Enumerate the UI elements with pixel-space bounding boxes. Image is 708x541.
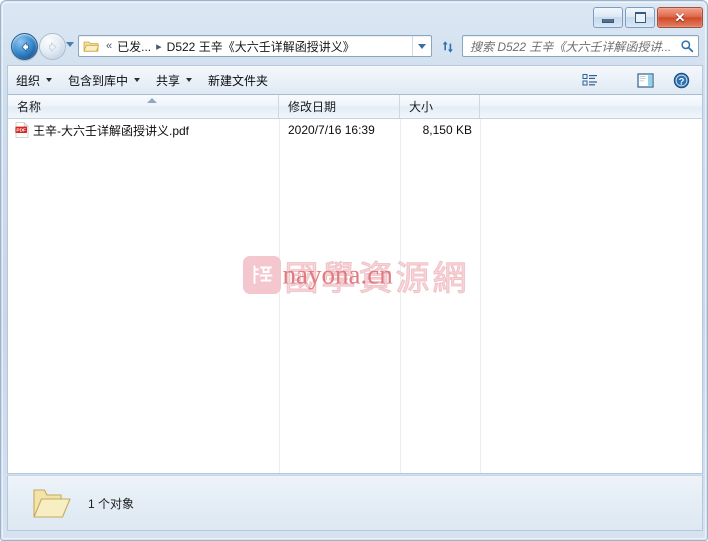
file-size-cell: 8,150 KB xyxy=(400,123,480,137)
help-icon: ? xyxy=(673,72,689,88)
forward-button xyxy=(39,33,66,60)
back-button[interactable] xyxy=(11,33,38,60)
close-icon: ✕ xyxy=(674,10,686,25)
nayona-logo-icon xyxy=(242,256,281,294)
toolbar-item-organize-label: 组织 xyxy=(16,73,41,88)
back-arrow-icon xyxy=(12,34,37,59)
toolbar-right-group: ? xyxy=(578,69,702,91)
address-dropdown-button[interactable] xyxy=(412,36,431,56)
column-divider xyxy=(279,119,280,473)
caption-button-group: ✕ xyxy=(593,7,703,28)
table-row[interactable]: PDF 王辛-大六壬详解函授讲义.pdf 2020/7/16 16:39 8,1… xyxy=(8,119,702,141)
file-list[interactable]: PDF 王辛-大六壬详解函授讲义.pdf 2020/7/16 16:39 8,1… xyxy=(7,119,703,474)
minimize-icon xyxy=(602,18,614,23)
toolbar-item-organize[interactable]: 组织 xyxy=(8,69,60,91)
recent-pages-button[interactable] xyxy=(66,42,74,47)
address-bar[interactable]: « 已发... ▸ D522 王辛《大六壬详解函授讲义》 xyxy=(78,35,432,57)
refresh-button[interactable] xyxy=(436,35,460,59)
breadcrumb[interactable]: « 已发... ▸ D522 王辛《大六壬详解函授讲义》 xyxy=(102,38,412,55)
chevron-down-icon xyxy=(186,78,193,82)
toolbar-item-new-folder-label: 新建文件夹 xyxy=(208,73,269,88)
search-icon[interactable] xyxy=(676,39,698,53)
chevron-down-icon xyxy=(46,78,53,82)
column-divider xyxy=(400,119,401,473)
file-name-cell[interactable]: PDF 王辛-大六壬详解函授讲义.pdf xyxy=(8,121,279,139)
preview-pane-icon xyxy=(636,72,654,88)
column-header-blank[interactable] xyxy=(480,95,702,118)
file-date-cell: 2020/7/16 16:39 xyxy=(279,123,400,137)
breadcrumb-separator-0[interactable]: ▸ xyxy=(152,40,166,53)
watermark: 國學資源網 nayona.cn xyxy=(8,245,702,305)
breadcrumb-overflow[interactable]: « xyxy=(102,40,116,52)
column-divider xyxy=(480,119,481,473)
chevron-down-icon xyxy=(418,43,426,49)
maximize-icon xyxy=(634,12,646,23)
folder-icon xyxy=(83,39,99,53)
toolbar-item-include-in-library-label: 包含到库中 xyxy=(68,73,129,88)
open-folder-icon xyxy=(30,483,74,523)
column-header-name[interactable]: 名称 xyxy=(8,95,279,118)
column-header-name-label: 名称 xyxy=(17,100,42,114)
title-bar: ✕ xyxy=(1,1,707,29)
breadcrumb-item-0[interactable]: 已发... xyxy=(116,38,152,55)
navigation-bar: « 已发... ▸ D522 王辛《大六壬详解函授讲义》 搜索 D522 王辛《… xyxy=(1,29,707,63)
minimize-button[interactable] xyxy=(593,7,623,28)
maximize-button[interactable] xyxy=(625,7,655,28)
file-size-text: 8,150 KB xyxy=(422,123,472,137)
column-header-date-label: 修改日期 xyxy=(288,100,337,114)
svg-text:PDF: PDF xyxy=(16,128,26,134)
toolbar-item-new-folder[interactable]: 新建文件夹 xyxy=(200,69,276,91)
file-name-text: 王辛-大六壬详解函授讲义.pdf xyxy=(33,123,190,138)
search-input[interactable]: 搜索 D522 王辛《大六壬详解函授讲... xyxy=(470,38,676,55)
pdf-file-icon: PDF xyxy=(15,121,29,138)
watermark-inner: 國學資源網 nayona.cn xyxy=(242,251,470,300)
forward-arrow-icon xyxy=(40,34,65,59)
sort-ascending-icon xyxy=(147,98,157,103)
column-header-date[interactable]: 修改日期 xyxy=(279,95,400,118)
preview-pane-button[interactable] xyxy=(632,69,658,91)
file-date-text: 2020/7/16 16:39 xyxy=(288,123,375,137)
view-options-dropdown[interactable] xyxy=(606,69,620,91)
svg-text:?: ? xyxy=(678,76,684,87)
command-toolbar: 组织 包含到库中 共享 新建文件夹 ? xyxy=(7,65,703,95)
refresh-icon xyxy=(442,41,453,53)
watermark-latin-text: nayona.cn xyxy=(282,259,393,290)
column-header-size[interactable]: 大小 xyxy=(400,95,480,118)
close-button[interactable]: ✕ xyxy=(657,7,703,28)
view-options-icon xyxy=(582,74,597,86)
chevron-down-icon xyxy=(134,78,141,82)
breadcrumb-item-1[interactable]: D522 王辛《大六壬详解函授讲义》 xyxy=(166,38,356,55)
status-text: 1 个对象 xyxy=(88,496,135,511)
watermark-cjk-text: 國學資源網 xyxy=(284,258,470,299)
view-options-button[interactable] xyxy=(578,69,604,91)
status-bar: 1 个对象 xyxy=(7,475,703,531)
toolbar-item-share[interactable]: 共享 xyxy=(148,69,200,91)
explorer-window: ✕ « 已发... ▸ D522 王辛《大六壬详解函授讲义》 搜索 D522 王… xyxy=(0,0,708,541)
search-box[interactable]: 搜索 D522 王辛《大六壬详解函授讲... xyxy=(462,35,699,57)
column-header-size-label: 大小 xyxy=(409,100,434,114)
toolbar-item-include-in-library[interactable]: 包含到库中 xyxy=(60,69,148,91)
help-button[interactable]: ? xyxy=(668,69,694,91)
toolbar-item-share-label: 共享 xyxy=(156,73,181,88)
column-header-row: 名称 修改日期 大小 xyxy=(7,95,703,119)
